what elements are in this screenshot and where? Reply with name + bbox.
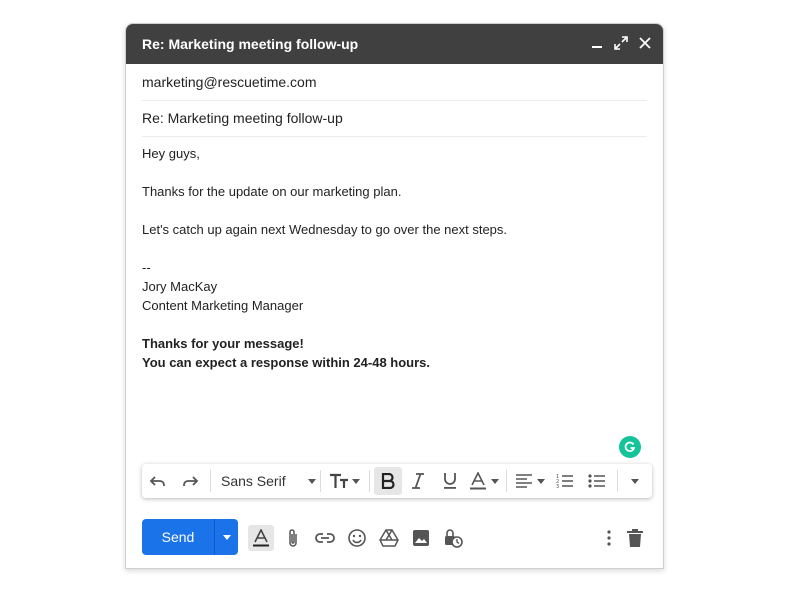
svg-text:3: 3: [556, 484, 559, 489]
divider: [319, 470, 321, 492]
send-button[interactable]: Send: [142, 529, 214, 545]
divider: [210, 470, 211, 492]
signature-title: Content Marketing Manager: [142, 298, 304, 313]
font-size-icon[interactable]: [325, 467, 365, 495]
divider: [505, 470, 507, 492]
undo-icon[interactable]: [142, 467, 174, 495]
grammarly-icon[interactable]: [619, 436, 641, 458]
chevron-down-icon: [307, 478, 316, 484]
compose-titlebar[interactable]: Re: Marketing meeting follow-up: [126, 24, 663, 64]
body-line: Let's catch up again next Wednesday to g…: [142, 222, 508, 237]
align-icon[interactable]: [511, 467, 549, 495]
italic-icon[interactable]: [402, 467, 434, 495]
emoji-icon[interactable]: [344, 525, 370, 551]
text-color-icon[interactable]: [466, 467, 502, 495]
schedule-send-dropdown[interactable]: [215, 519, 238, 555]
numbered-list-icon[interactable]: 123: [549, 467, 581, 495]
drive-icon[interactable]: [376, 525, 402, 551]
compose-title: Re: Marketing meeting follow-up: [142, 36, 359, 52]
formatting-options-icon[interactable]: [248, 525, 274, 551]
bulleted-list-icon[interactable]: [581, 467, 613, 495]
compose-footer: Send: [142, 519, 647, 555]
confidential-mode-icon[interactable]: [440, 525, 466, 551]
window-controls: [589, 35, 653, 51]
autoreply-line: You can expect a response within 24-48 h…: [142, 355, 431, 370]
font-family-select[interactable]: Sans Serif: [215, 467, 316, 495]
divider: [368, 470, 370, 492]
underline-icon[interactable]: [434, 467, 466, 495]
greeting-text: Hey guys,: [142, 146, 200, 161]
font-family-label: Sans Serif: [221, 473, 286, 489]
minimize-icon[interactable]: [589, 35, 605, 51]
autoreply-line: Thanks for your message!: [142, 336, 304, 351]
to-field[interactable]: marketing@rescuetime.com: [142, 64, 647, 101]
formatting-toolbar: Sans Serif 123: [142, 464, 652, 498]
more-formatting-icon[interactable]: [622, 467, 648, 495]
close-icon[interactable]: [637, 35, 653, 51]
link-icon[interactable]: [312, 525, 338, 551]
bold-icon[interactable]: [373, 467, 402, 495]
compose-window: Re: Marketing meeting follow-up marketin…: [125, 23, 664, 569]
send-button-group: Send: [142, 519, 238, 555]
divider: [616, 470, 618, 492]
signature-separator: --: [142, 260, 151, 275]
expand-icon[interactable]: [613, 35, 629, 51]
more-options-icon[interactable]: [596, 525, 622, 551]
message-body[interactable]: Hey guys, Thanks for the update on our m…: [142, 144, 647, 372]
chevron-down-icon: [222, 534, 231, 540]
redo-icon[interactable]: [174, 467, 206, 495]
photo-icon[interactable]: [408, 525, 434, 551]
signature-name: Jory MacKay: [142, 279, 218, 294]
body-line: Thanks for the update on our marketing p…: [142, 184, 402, 199]
subject-field[interactable]: Re: Marketing meeting follow-up: [142, 100, 647, 137]
delete-icon[interactable]: [622, 525, 648, 551]
attach-icon[interactable]: [280, 525, 306, 551]
